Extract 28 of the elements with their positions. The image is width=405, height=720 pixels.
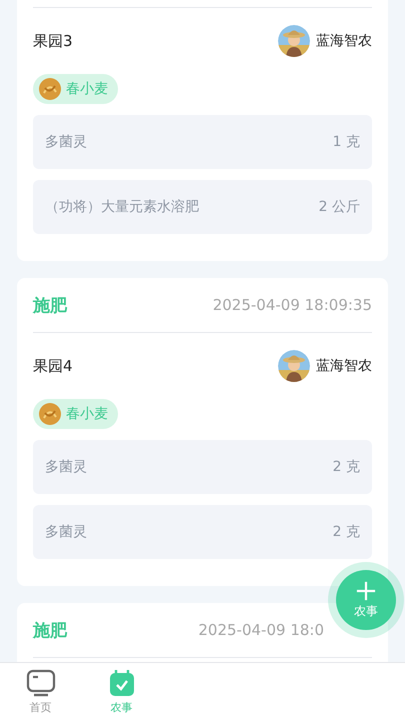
material-name: 多菌灵 — [45, 133, 87, 151]
record-card[interactable]: 果园3 蓝海智农 春小麦 多菌灵 1 克 （功将）大量元素水溶肥 2 公斤 — [17, 0, 388, 261]
material-amount: 2 克 — [332, 523, 360, 541]
user-name: 蓝海智农 — [316, 357, 372, 375]
tab-item[interactable]: 农事 — [81, 663, 162, 720]
crop-tag: 春小麦 — [33, 74, 118, 104]
material-name: 多菌灵 — [45, 458, 87, 476]
tab-item[interactable]: 首页 — [0, 663, 81, 720]
material-amount: 1 克 — [332, 133, 360, 151]
plus-icon — [356, 580, 376, 600]
material-name: 多菌灵 — [45, 523, 87, 541]
material-amount: 2 克 — [332, 458, 360, 476]
plot-name: 果园4 — [33, 356, 73, 376]
record-card[interactable]: 施肥 2025-04-09 18:09:35 果园4 蓝海智农 春小麦 多菌灵 2 克 多菌灵 2 克 — [17, 278, 388, 586]
wheat-icon — [39, 78, 61, 100]
record-time: 2025-04-09 18:0 — [198, 621, 324, 639]
plot-name: 果园3 — [33, 32, 73, 50]
material-name: （功将）大量元素水溶肥 — [45, 198, 199, 216]
record-type: 施肥 — [33, 620, 67, 642]
home-icon — [26, 668, 56, 698]
crop-tag: 春小麦 — [33, 399, 118, 429]
avatar-icon — [278, 25, 310, 57]
wheat-icon — [39, 403, 61, 425]
avatar-icon — [278, 350, 310, 382]
record-type: 施肥 — [33, 294, 67, 316]
user-name: 蓝海智农 — [316, 32, 372, 50]
record-time: 2025-04-09 18:09:35 — [212, 296, 372, 314]
material-amount: 2 公斤 — [318, 198, 360, 216]
